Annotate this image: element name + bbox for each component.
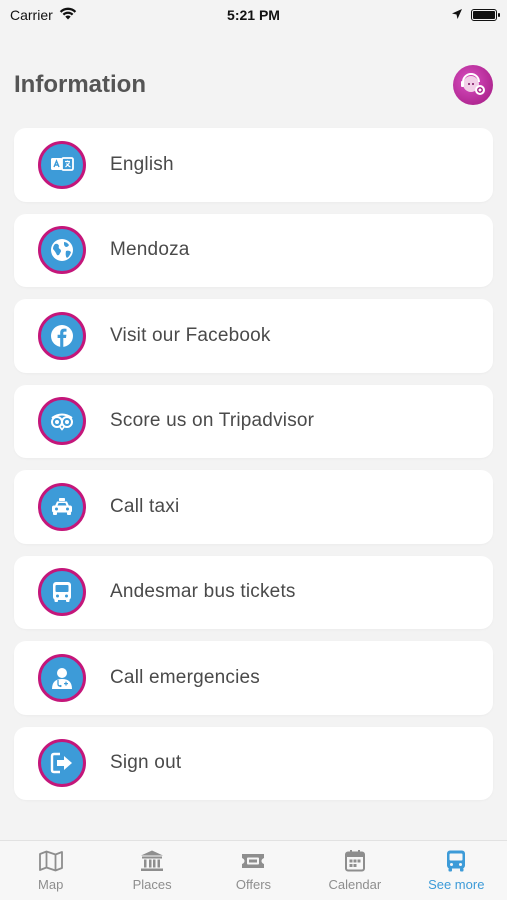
list-item-label: Score us on Tripadvisor (110, 410, 315, 432)
wifi-icon (59, 7, 77, 23)
list-item-label: Visit our Facebook (110, 324, 271, 346)
battery-icon (471, 9, 500, 21)
list-item-language[interactable]: English (14, 128, 493, 202)
list-item-label: Mendoza (110, 239, 190, 261)
tab-label: Offers (235, 877, 272, 892)
calendar-icon (344, 850, 365, 872)
header: Information (14, 60, 493, 110)
ticket-icon (242, 854, 265, 868)
list-item-bus-tickets[interactable]: Andesmar bus tickets (14, 555, 493, 629)
facebook-icon (38, 311, 86, 360)
tab-see-more[interactable]: See more (406, 849, 506, 892)
list-item-taxi[interactable]: Call taxi (14, 470, 493, 544)
list-item-label: Call emergencies (110, 666, 260, 688)
list-item-facebook[interactable]: Visit our Facebook (14, 299, 493, 373)
location-arrow-icon (451, 7, 463, 23)
tab-bar: Map Places Offers Calendar See more (0, 840, 507, 900)
tripadvisor-icon (38, 397, 86, 446)
tab-label: Calendar (328, 877, 382, 892)
tab-offers[interactable]: Offers (203, 849, 303, 892)
list-item-sign-out[interactable]: Sign out (14, 726, 493, 800)
tab-label: See more (428, 877, 485, 892)
assistant-avatar-button[interactable] (453, 65, 493, 105)
tab-label: Places (132, 877, 172, 892)
page-title: Information (14, 71, 146, 98)
assistant-icon (461, 73, 485, 95)
bus-icon (447, 850, 466, 872)
tab-calendar[interactable]: Calendar (305, 849, 405, 892)
museum-icon (141, 850, 164, 871)
sign-out-icon (38, 739, 86, 788)
list-item-label: English (110, 153, 174, 175)
tab-places[interactable]: Places (102, 849, 202, 892)
status-left: Carrier (10, 7, 77, 23)
list-item-label: Sign out (110, 752, 182, 774)
status-bar: Carrier 5:21 PM (0, 0, 507, 30)
taxi-icon (38, 482, 86, 531)
list-item-label: Andesmar bus tickets (110, 581, 296, 603)
list-item-label: Call taxi (110, 495, 180, 517)
status-right (451, 7, 500, 23)
globe-icon (38, 226, 86, 275)
list-item-city[interactable]: Mendoza (14, 213, 493, 287)
list-item-emergencies[interactable]: Call emergencies (14, 641, 493, 715)
list-item-tripadvisor[interactable]: Score us on Tripadvisor (14, 384, 493, 458)
bus-icon (38, 568, 86, 617)
carrier-label: Carrier (10, 7, 53, 23)
tab-map[interactable]: Map (1, 849, 101, 892)
map-icon (38, 850, 63, 872)
translate-icon (38, 140, 86, 189)
information-list: English Mendoza Visit our Facebook Score… (14, 128, 493, 800)
tab-label: Map (38, 877, 64, 892)
doctor-icon (38, 653, 86, 702)
